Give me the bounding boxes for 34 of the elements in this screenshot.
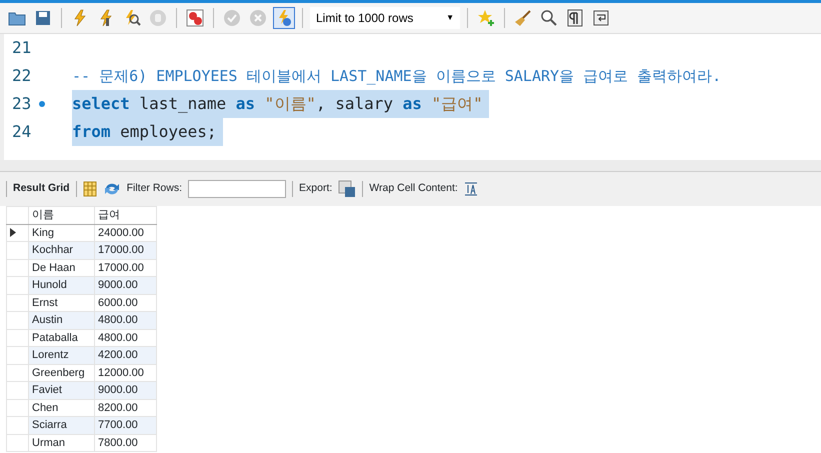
- table-cell: 9000.00: [94, 276, 156, 294]
- refresh-icon[interactable]: [102, 181, 121, 197]
- table-cell: 4800.00: [94, 312, 156, 329]
- table-cell: Lorentz: [28, 346, 94, 364]
- table-cell: Hunold: [28, 276, 94, 294]
- column-header[interactable]: 급여: [94, 206, 156, 224]
- lightning-check-button[interactable]: [273, 7, 295, 29]
- column-header[interactable]: 이름: [28, 206, 94, 224]
- table-cell: 4200.00: [94, 346, 156, 364]
- table-cell: 17000.00: [94, 242, 156, 259]
- filter-label: Filter Rows:: [126, 181, 182, 196]
- result-grid-tab[interactable]: Result Grid: [13, 181, 70, 197]
- code-line: -- 문제6) EMPLOYEES 테이블에서 LAST_NAME을 이름으로 SALARY을 급여로 출력하여라.: [72, 66, 722, 87]
- row-limit-dropdown[interactable]: Limit to 1000 rows ▼: [310, 7, 460, 29]
- export-icon[interactable]: [338, 180, 356, 198]
- wrap-label: Wrap Cell Content:: [369, 181, 458, 196]
- line-number: 23: [12, 93, 32, 115]
- table-cell: 7700.00: [94, 416, 156, 434]
- wrap-text-icon[interactable]: [464, 182, 478, 196]
- row-pointer-icon: [10, 228, 16, 238]
- table-cell: Faviet: [28, 382, 94, 399]
- table-cell: Austin: [28, 312, 94, 329]
- grid-view-icon[interactable]: [82, 181, 97, 197]
- line-number: 24: [12, 121, 32, 143]
- stop-error-button[interactable]: [184, 7, 206, 29]
- table-cell: Kochhar: [28, 242, 94, 259]
- filter-field[interactable]: [188, 180, 286, 198]
- line-number: 21: [12, 37, 32, 59]
- export-label: Export:: [299, 181, 332, 196]
- table-cell: 9000.00: [94, 382, 156, 399]
- table-cell: 7800.00: [94, 434, 156, 452]
- table-cell: Sciarra: [28, 416, 94, 434]
- table-cell: Urman: [28, 434, 94, 452]
- line-number: 22: [12, 65, 32, 87]
